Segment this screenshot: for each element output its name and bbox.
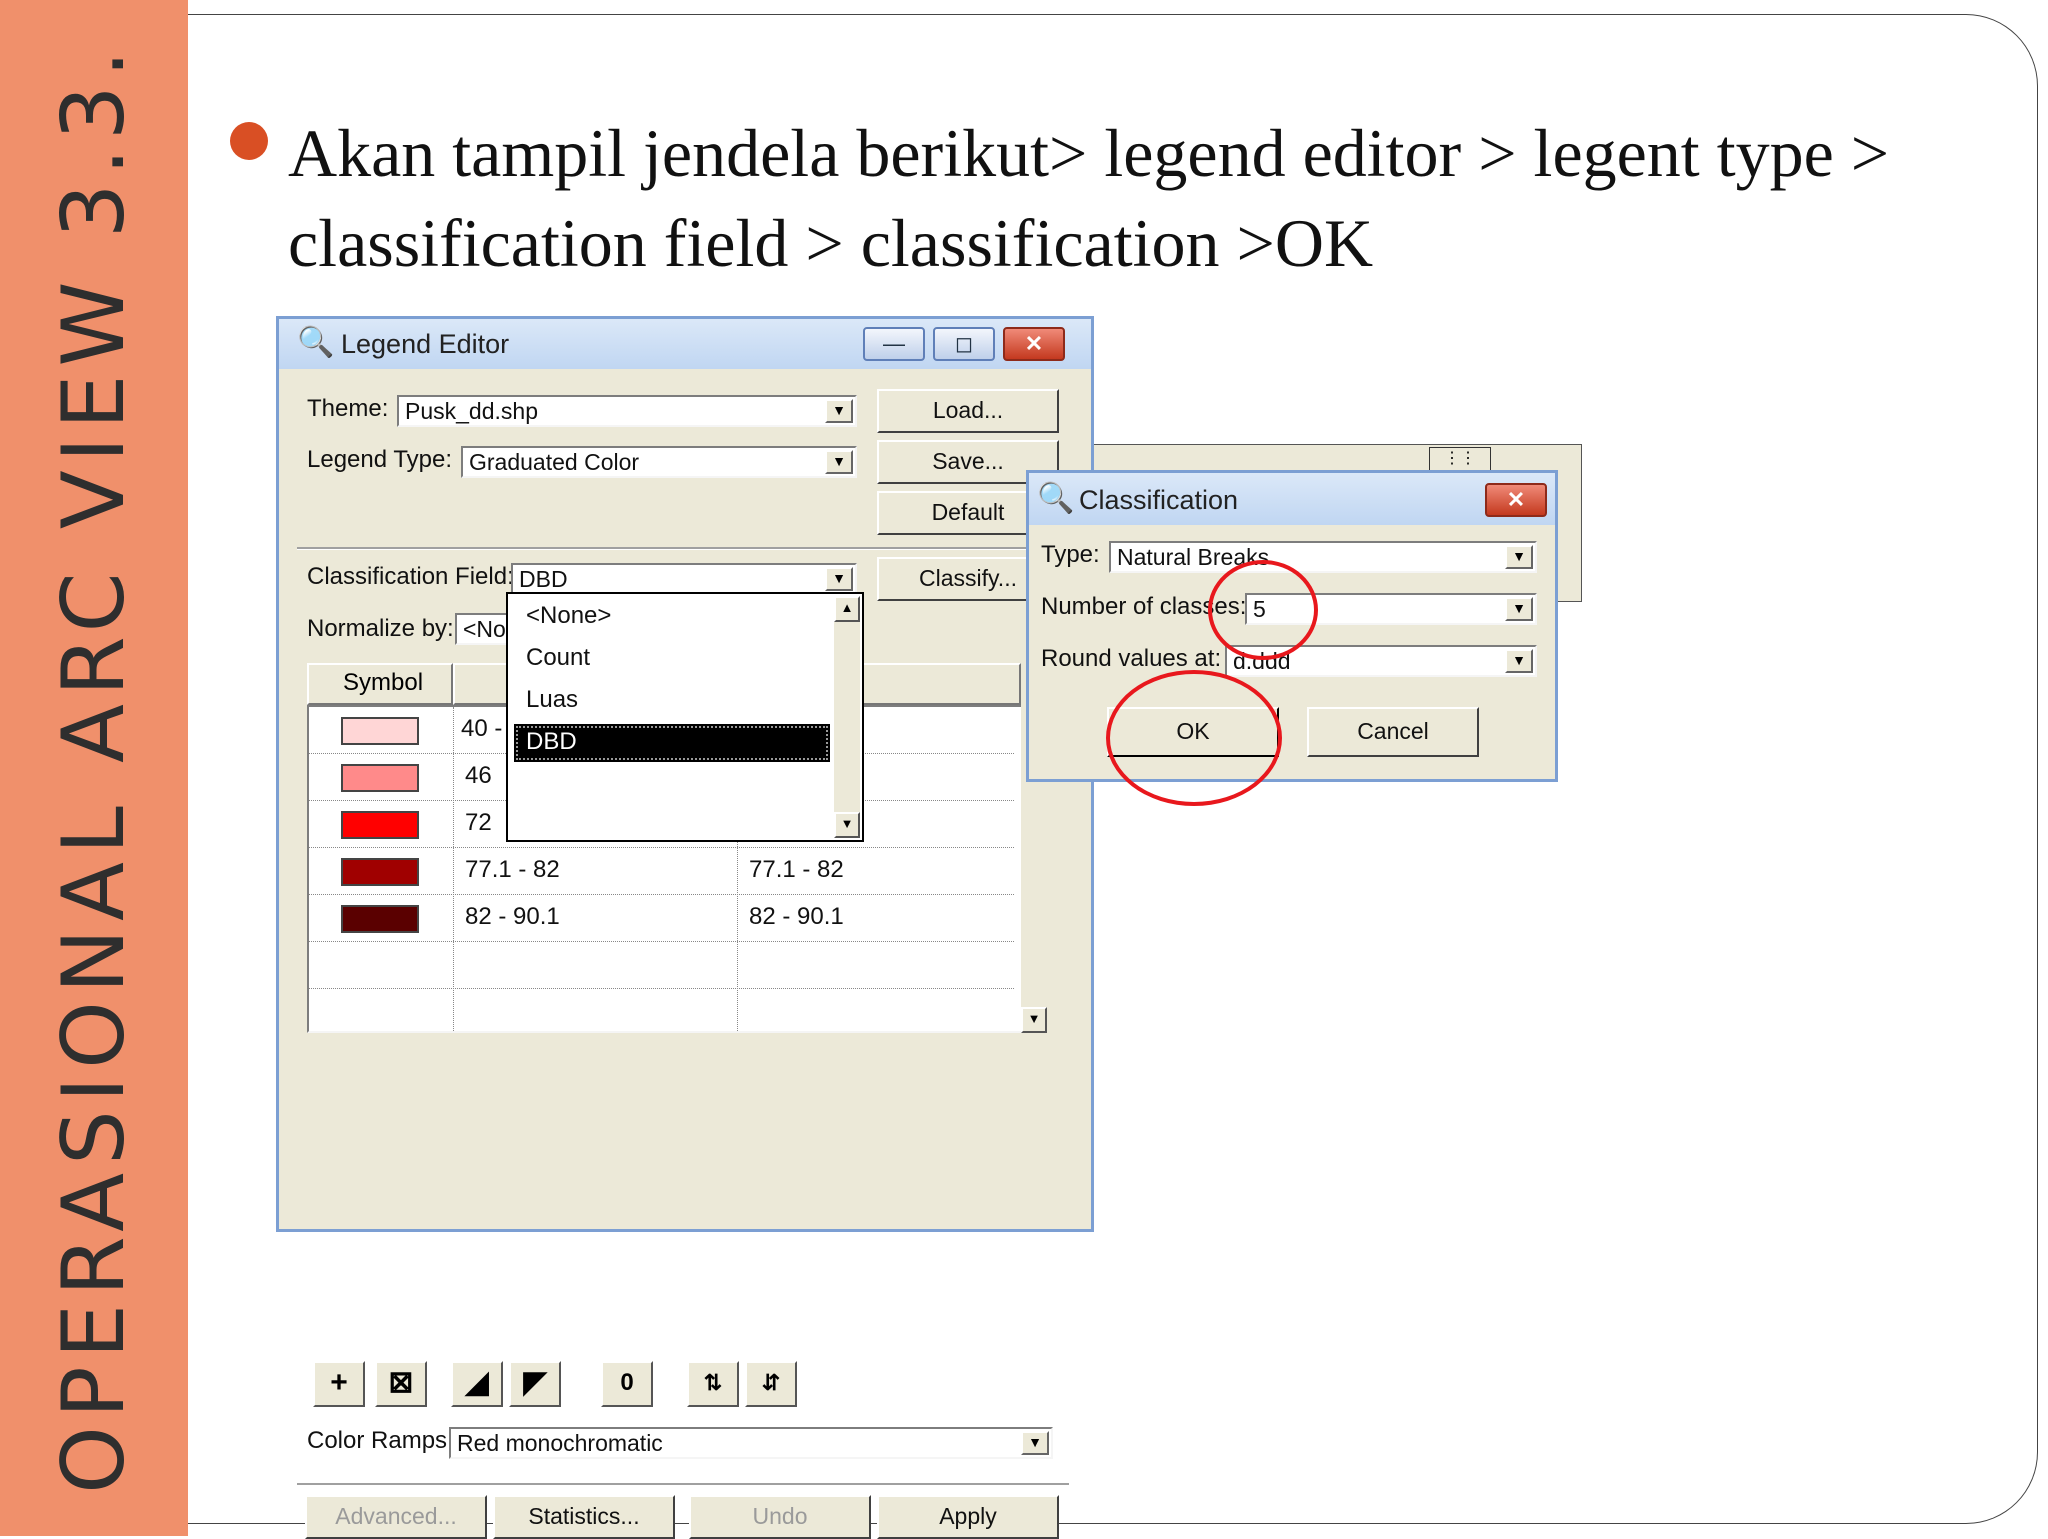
symbol-swatch[interactable] [341,717,419,745]
chevron-down-icon[interactable]: ▼ [1505,649,1533,673]
ok-button-highlight-circle [1106,670,1282,806]
color-ramps-value: Red monochromatic [457,1430,663,1456]
magnifier-globe-icon: 🔍 [297,326,335,359]
chevron-down-icon[interactable]: ▼ [825,450,853,474]
apply-button[interactable]: Apply [877,1495,1059,1539]
row-value[interactable]: 82 - 90.1 [465,903,560,931]
normalize-label: Normalize by: [307,615,454,642]
chevron-down-icon[interactable]: ▼ [825,399,853,423]
sort-ascending-icon[interactable]: ◢ [451,1361,503,1407]
flip-symbols-icon[interactable]: ⇅ [687,1361,739,1407]
chevron-down-icon[interactable]: ▼ [1505,545,1533,569]
sort-descending-icon[interactable]: ◤ [509,1361,561,1407]
theme-value: Pusk_dd.shp [405,398,538,424]
legend-editor-titlebar[interactable]: 🔍 Legend Editor — ◻ ✕ [279,319,1091,369]
color-ramps-select[interactable]: Red monochromatic ▼ [449,1427,1053,1459]
type-select[interactable]: Natural Breaks ▼ [1109,541,1537,573]
symbol-swatch[interactable] [341,858,419,886]
row-label[interactable]: 82 - 90.1 [749,903,844,931]
close-button[interactable]: ✕ [1003,327,1065,361]
divider [297,547,1069,550]
symbol-swatch[interactable] [341,811,419,839]
row-value[interactable]: 72 [465,809,492,837]
legend-editor-title: Legend Editor [341,329,510,359]
chevron-down-icon[interactable]: ▼ [825,567,853,591]
dropdown-option-selected[interactable]: DBD [514,724,830,762]
divider [297,1483,1069,1486]
chevron-down-icon[interactable]: ▼ [1021,1431,1049,1455]
theme-select[interactable]: Pusk_dd.shp ▼ [397,395,857,427]
color-ramps-label: Color Ramps: [307,1427,454,1454]
bullet-icon [230,122,268,160]
type-label: Type: [1041,541,1100,568]
delete-icon[interactable]: ⊠ [375,1361,427,1407]
scroll-down-arrow-icon[interactable]: ▼ [1021,1007,1047,1033]
slide-sidebar: OPERASIONAL ARC VIEW 3.3. [0,0,188,1536]
classification-field-value: DBD [519,566,568,592]
magnifier-globe-icon: 🔍 [1037,482,1075,515]
dropdown-scrollbar[interactable]: ▲ ▼ [834,596,860,838]
null-value-icon[interactable]: 0 [601,1361,653,1407]
normalize-value: <No [463,616,506,642]
undo-button[interactable]: Undo [689,1495,871,1539]
row-value[interactable]: 40 - [461,715,502,743]
column-header-symbol[interactable]: Symbol [307,663,453,705]
table-row[interactable]: 82 - 90.1 82 - 90.1 [309,895,1014,942]
load-button[interactable]: Load... [877,389,1059,433]
cancel-button[interactable]: Cancel [1307,707,1479,757]
classification-field-dropdown[interactable]: <None> Count Luas DBD ▲ ▼ [506,592,864,842]
classification-field-label: Classification Field: [307,563,514,590]
advanced-button[interactable]: Advanced... [305,1495,487,1539]
row-value[interactable]: 46 [465,762,492,790]
symbol-swatch[interactable] [341,905,419,933]
row-label[interactable]: 77.1 - 82 [749,856,844,884]
minimize-button[interactable]: — [863,327,925,361]
slide-vertical-title: OPERASIONAL ARC VIEW 3.3. [44,42,144,1494]
chevron-down-icon[interactable]: ▼ [1505,597,1533,621]
classification-title: Classification [1079,485,1239,515]
add-icon[interactable]: + [313,1361,365,1407]
maximize-button[interactable]: ◻ [933,327,995,361]
scroll-up-arrow-icon[interactable]: ▲ [834,596,860,622]
dropdown-option[interactable]: <None> [514,598,830,636]
legend-type-select[interactable]: Graduated Color ▼ [461,446,857,478]
number-of-classes-highlight-circle [1208,560,1318,660]
table-row[interactable] [309,942,1014,989]
table-row[interactable]: 77.1 - 82 77.1 - 82 [309,848,1014,895]
symbol-swatch[interactable] [341,764,419,792]
reverse-order-icon[interactable]: ⇵ [745,1361,797,1407]
legend-type-value: Graduated Color [469,449,640,475]
scroll-down-arrow-icon[interactable]: ▼ [834,812,860,838]
statistics-button[interactable]: Statistics... [493,1495,675,1539]
legend-type-label: Legend Type: [307,446,453,473]
theme-label: Theme: [307,395,389,422]
table-row[interactable] [309,989,1014,1036]
column-header-symbol-text: Symbol [343,669,424,696]
round-values-label: Round values at: [1041,645,1222,672]
dropdown-option[interactable]: Luas [514,682,830,720]
classification-titlebar[interactable]: 🔍 Classification ✕ [1029,473,1555,525]
close-button[interactable]: ✕ [1485,483,1547,517]
row-value[interactable]: 77.1 - 82 [465,856,560,884]
classification-field-select[interactable]: DBD ▼ [511,563,857,595]
dropdown-option[interactable]: Count [514,640,830,678]
slide-bullet-text: Akan tampil jendela berikut> legend edit… [288,115,1890,281]
